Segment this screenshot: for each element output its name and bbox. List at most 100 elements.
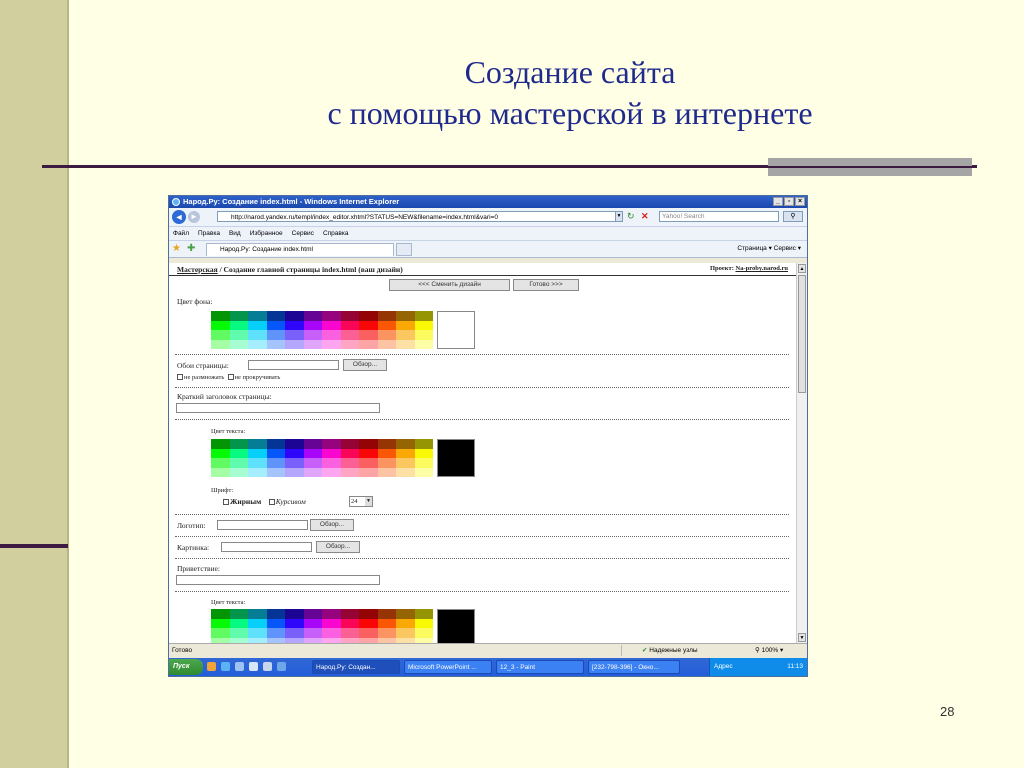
color-swatch[interactable] (414, 448, 433, 458)
palette-column[interactable] (248, 311, 267, 349)
color-swatch[interactable] (285, 448, 304, 458)
color-swatch[interactable] (266, 330, 285, 340)
color-swatch[interactable] (377, 467, 396, 477)
menu-tools[interactable]: Сервис (292, 227, 314, 240)
show-desktop-icon[interactable] (263, 662, 272, 671)
short-title-input[interactable] (176, 403, 380, 413)
logo-input[interactable] (217, 520, 308, 530)
color-swatch[interactable] (414, 618, 433, 628)
color-swatch[interactable] (340, 311, 359, 321)
add-favorite-icon[interactable]: ✚ (187, 243, 195, 254)
no-scroll-checkbox[interactable] (227, 374, 234, 380)
quicklaunch-icon[interactable] (207, 662, 216, 671)
picture-input[interactable] (221, 542, 312, 552)
color-swatch[interactable] (396, 458, 415, 468)
color-swatch[interactable] (285, 618, 304, 628)
address-dropdown-icon[interactable]: ▼ (615, 211, 623, 222)
color-swatch[interactable] (248, 439, 267, 449)
color-swatch[interactable] (303, 339, 322, 349)
palette-column[interactable] (377, 609, 396, 647)
color-swatch[interactable] (303, 609, 322, 619)
refresh-icon[interactable]: ↻ (627, 211, 638, 222)
back-arrow-icon[interactable]: ◄ (172, 210, 186, 224)
color-swatch[interactable] (266, 320, 285, 330)
palette-column[interactable] (229, 439, 248, 477)
color-swatch[interactable] (266, 609, 285, 619)
color-swatch[interactable] (396, 311, 415, 321)
task-paint[interactable]: 12_3 - Paint (496, 660, 584, 674)
color-swatch[interactable] (303, 458, 322, 468)
palette-column[interactable] (266, 439, 285, 477)
quicklaunch-icon[interactable] (249, 662, 258, 671)
color-swatch[interactable] (377, 618, 396, 628)
color-swatch[interactable] (285, 467, 304, 477)
palette-column[interactable] (414, 439, 433, 477)
color-swatch[interactable] (414, 330, 433, 340)
color-swatch[interactable] (359, 448, 378, 458)
color-swatch[interactable] (211, 448, 230, 458)
color-swatch[interactable] (396, 628, 415, 638)
color-swatch[interactable] (359, 628, 378, 638)
color-swatch[interactable] (377, 339, 396, 349)
favorites-star-icon[interactable]: ★ (172, 243, 181, 254)
color-swatch[interactable] (303, 439, 322, 449)
color-swatch[interactable] (414, 339, 433, 349)
color-swatch[interactable] (322, 628, 341, 638)
logo-browse-button[interactable]: Обзор... (310, 519, 354, 531)
palette-column[interactable] (211, 439, 230, 477)
breadcrumb-workshop-link[interactable]: Мастерская (177, 265, 218, 274)
wallpaper-input[interactable] (248, 360, 339, 370)
font-size-select[interactable]: 24 ▼ (349, 496, 373, 507)
color-swatch[interactable] (248, 448, 267, 458)
color-swatch[interactable] (377, 330, 396, 340)
palette-column[interactable] (303, 609, 322, 647)
start-button[interactable]: Пуск (169, 659, 203, 675)
color-swatch[interactable] (322, 320, 341, 330)
ie-quicklaunch-icon[interactable] (221, 662, 230, 671)
palette-column[interactable] (229, 609, 248, 647)
color-swatch[interactable] (303, 448, 322, 458)
color-swatch[interactable] (414, 320, 433, 330)
color-swatch[interactable] (377, 628, 396, 638)
color-swatch[interactable] (229, 448, 248, 458)
color-swatch[interactable] (266, 339, 285, 349)
palette-column[interactable] (211, 609, 230, 647)
command-bar[interactable]: Страница ▾ Сервис ▾ (737, 243, 801, 255)
stop-icon[interactable]: ✕ (641, 211, 652, 222)
color-swatch[interactable] (211, 339, 230, 349)
color-swatch[interactable] (340, 448, 359, 458)
color-swatch[interactable] (322, 311, 341, 321)
color-swatch[interactable] (414, 467, 433, 477)
color-swatch[interactable] (248, 628, 267, 638)
quicklaunch-icon[interactable] (277, 662, 286, 671)
palette-column[interactable] (266, 609, 285, 647)
palette-column[interactable] (359, 609, 378, 647)
color-swatch[interactable] (229, 458, 248, 468)
color-swatch[interactable] (266, 618, 285, 628)
greeting-input[interactable] (176, 575, 380, 585)
color-swatch[interactable] (322, 467, 341, 477)
color-swatch[interactable] (377, 609, 396, 619)
color-swatch[interactable] (229, 609, 248, 619)
color-swatch[interactable] (248, 339, 267, 349)
color-swatch[interactable] (396, 339, 415, 349)
color-swatch[interactable] (359, 467, 378, 477)
color-swatch[interactable] (359, 609, 378, 619)
tab-current[interactable]: Народ.Ру: Создание index.html (206, 243, 394, 256)
color-swatch[interactable] (211, 439, 230, 449)
color-swatch[interactable] (322, 439, 341, 449)
text-color-palette[interactable] (211, 439, 433, 477)
color-swatch[interactable] (248, 330, 267, 340)
palette-column[interactable] (414, 609, 433, 647)
color-swatch[interactable] (322, 330, 341, 340)
color-swatch[interactable] (211, 330, 230, 340)
color-swatch[interactable] (359, 311, 378, 321)
color-swatch[interactable] (229, 467, 248, 477)
color-swatch[interactable] (340, 330, 359, 340)
vertical-scrollbar[interactable]: ▲ ▼ (796, 263, 807, 643)
change-design-button[interactable]: <<< Сменить дизайн (389, 279, 510, 291)
color-swatch[interactable] (248, 311, 267, 321)
address-field[interactable]: http://narod.yandex.ru/templ/index_edito… (217, 211, 622, 222)
zoom-level[interactable]: ⚲ 100% ▾ (755, 645, 783, 656)
palette-column[interactable] (285, 439, 304, 477)
